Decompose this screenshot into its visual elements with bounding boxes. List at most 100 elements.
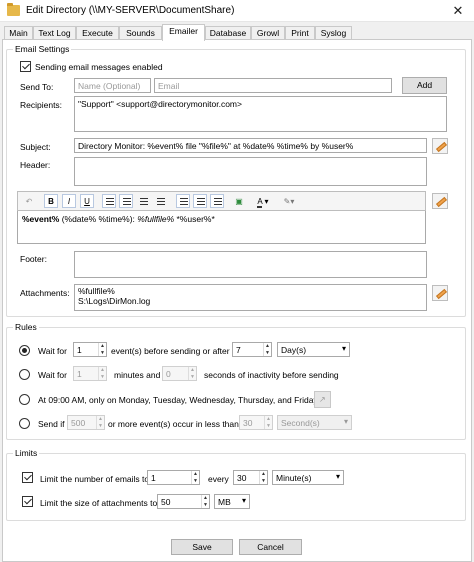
rule-wait-inactivity-radio[interactable] xyxy=(19,369,30,380)
limit2-value-stepper[interactable]: 50 ▲ ▼ xyxy=(157,494,210,509)
send-to-label: Send To: xyxy=(20,82,54,92)
rule4-count-stepper[interactable]: 500 ▲ ▼ xyxy=(67,415,105,430)
spin-arrows-icon: ▲ ▼ xyxy=(263,343,271,356)
tab-growl[interactable]: Growl xyxy=(251,26,285,40)
limit-emails-checkbox[interactable] xyxy=(22,472,33,483)
bold-button[interactable]: B xyxy=(44,194,58,208)
rule-wait-events-radio[interactable] xyxy=(19,345,30,356)
tab-execute[interactable]: Execute xyxy=(76,26,119,40)
rule1-unit-select[interactable]: Day(s) ▾ xyxy=(277,342,350,357)
align-center-icon[interactable] xyxy=(193,194,207,208)
limit1-value-stepper[interactable]: 1 ▲ ▼ xyxy=(147,470,200,485)
add-recipient-button[interactable]: Add xyxy=(402,77,447,94)
folder-icon xyxy=(7,3,20,16)
outdent-icon[interactable] xyxy=(136,194,150,208)
attachments-edit-button[interactable] xyxy=(432,285,448,301)
arrow-icon: ↗ xyxy=(319,395,326,404)
email-enabled-checkbox[interactable] xyxy=(20,61,31,72)
limit1-period-stepper[interactable]: 30 ▲ ▼ xyxy=(233,470,268,485)
spin-arrows-icon: ▲ ▼ xyxy=(264,416,272,429)
rule2-prefix: Wait for xyxy=(38,370,67,380)
pencil-icon xyxy=(436,141,447,153)
body-format-toolbar: ↶ B I U ▣ A ▾ ✎▾ xyxy=(17,191,426,211)
subject-label: Subject: xyxy=(20,142,51,152)
tab-text-log[interactable]: Text Log xyxy=(33,26,76,40)
rule2-minutes-stepper[interactable]: 1 ▲ ▼ xyxy=(73,366,107,381)
header-label: Header: xyxy=(20,160,51,170)
insert-image-icon[interactable]: ▣ xyxy=(232,194,246,208)
body-edit-button[interactable] xyxy=(432,193,448,209)
rule1-period-stepper[interactable]: 7 ▲ ▼ xyxy=(232,342,272,357)
email-enabled-label: Sending email messages enabled xyxy=(35,62,163,72)
rule-schedule-radio[interactable] xyxy=(19,394,30,405)
bullet-list-icon[interactable] xyxy=(102,194,116,208)
schedule-button[interactable]: ↗ xyxy=(314,391,331,408)
limit1-label: Limit the number of emails to xyxy=(40,474,150,484)
footer-label: Footer: xyxy=(20,254,47,264)
footer-input[interactable] xyxy=(74,251,427,278)
rule2-suffix: seconds of inactivity before sending xyxy=(204,370,339,380)
spin-arrows-icon: ▲ ▼ xyxy=(259,471,267,484)
spin-arrows-icon: ▲ ▼ xyxy=(188,367,196,380)
spin-arrows-icon: ▲ ▼ xyxy=(98,343,106,356)
chevron-down-icon: ▾ xyxy=(241,496,246,505)
header-input[interactable] xyxy=(74,157,427,186)
window-title: Edit Directory (\\MY-SERVER\DocumentShar… xyxy=(26,5,235,16)
indent-icon[interactable] xyxy=(153,194,167,208)
spin-arrows-icon: ▲ ▼ xyxy=(98,367,106,380)
tab-main[interactable]: Main xyxy=(4,26,33,40)
tab-syslog[interactable]: Syslog xyxy=(315,26,352,40)
limit2-unit-select[interactable]: MB ▾ xyxy=(214,494,250,509)
rule1-middle: event(s) before sending or after xyxy=(111,346,230,356)
recipients-list[interactable]: "Support" <support@directorymonitor.com> xyxy=(74,96,447,132)
subject-edit-button[interactable] xyxy=(432,138,448,154)
chevron-down-icon: ▾ xyxy=(341,344,346,353)
tab-database[interactable]: Database xyxy=(205,26,251,40)
group-label: Rules xyxy=(13,322,39,332)
rule2-middle: minutes and xyxy=(114,370,161,380)
body-editor[interactable]: %event% (%date% %time%): %fullfile% *%us… xyxy=(17,211,426,244)
limits-group: Limits xyxy=(6,448,466,521)
rule-send-if-radio[interactable] xyxy=(19,418,30,429)
undo-icon[interactable]: ↶ xyxy=(22,194,36,208)
recipient-name-input[interactable]: Name (Optional) xyxy=(74,78,151,93)
align-right-icon[interactable] xyxy=(210,194,224,208)
attachments-label: Attachments: xyxy=(20,288,70,298)
tab-emailer[interactable]: Emailer xyxy=(162,24,205,41)
chevron-down-icon: ▾ xyxy=(335,472,340,481)
limit1-every-label: every xyxy=(208,474,229,484)
group-label: Limits xyxy=(13,448,40,458)
group-label: Email Settings xyxy=(13,44,72,54)
cancel-button[interactable]: Cancel xyxy=(239,539,302,555)
align-left-icon[interactable] xyxy=(176,194,190,208)
subject-input[interactable]: Directory Monitor: %event% file "%file%"… xyxy=(74,138,427,153)
tab-print[interactable]: Print xyxy=(285,26,315,40)
tab-sounds[interactable]: Sounds xyxy=(119,26,162,40)
highlight-color-icon[interactable]: ✎▾ xyxy=(278,194,300,208)
recipients-label: Recipients: xyxy=(20,100,63,110)
limit2-label: Limit the size of attachments to xyxy=(40,498,158,508)
pencil-icon xyxy=(436,196,447,208)
rule4-period-stepper[interactable]: 30 ▲ ▼ xyxy=(239,415,273,430)
rule1-prefix: Wait for xyxy=(38,346,67,356)
italic-button[interactable]: I xyxy=(62,194,76,208)
rule4-unit-select[interactable]: Second(s) ▾ xyxy=(277,415,352,430)
title-bar: Edit Directory (\\MY-SERVER\DocumentShar… xyxy=(0,0,474,22)
rule4-middle: or more event(s) occur in less than xyxy=(108,419,239,429)
recipient-email-input[interactable]: Email xyxy=(154,78,392,93)
spin-arrows-icon: ▲ ▼ xyxy=(191,471,199,484)
rule3-text: At 09:00 AM, only on Monday, Tuesday, We… xyxy=(38,395,318,405)
limit-attachments-checkbox[interactable] xyxy=(22,496,33,507)
save-button[interactable]: Save xyxy=(171,539,233,555)
attachments-list[interactable]: %fullfile% S:\Logs\DirMon.log xyxy=(74,284,427,311)
underline-button[interactable]: U xyxy=(80,194,94,208)
close-icon[interactable]: ✕ xyxy=(450,3,466,19)
spin-arrows-icon: ▲ ▼ xyxy=(201,495,209,508)
rule4-prefix: Send if xyxy=(38,419,65,429)
rule1-count-stepper[interactable]: 1 ▲ ▼ xyxy=(73,342,107,357)
numbered-list-icon[interactable] xyxy=(119,194,133,208)
limit1-unit-select[interactable]: Minute(s) ▾ xyxy=(272,470,344,485)
pencil-icon xyxy=(436,288,447,300)
font-color-button[interactable]: A ▾ xyxy=(252,194,274,208)
rule2-seconds-stepper[interactable]: 0 ▲ ▼ xyxy=(162,366,197,381)
